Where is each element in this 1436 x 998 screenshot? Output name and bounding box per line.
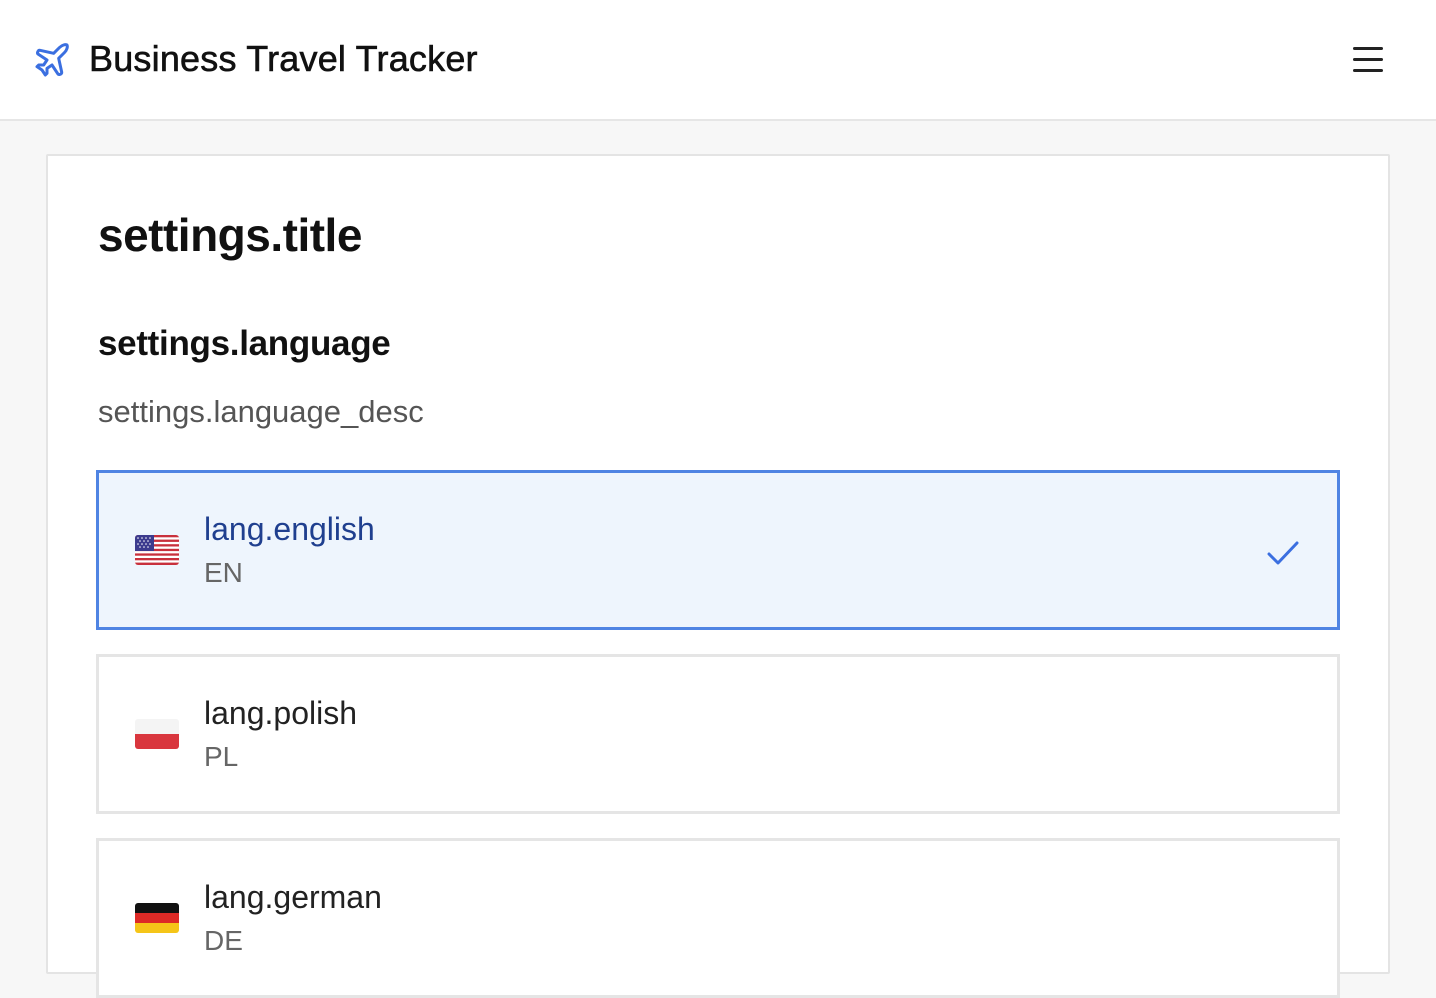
settings-card: settings.title settings.language setting… xyxy=(46,154,1390,998)
flag-de-icon xyxy=(135,903,179,933)
language-option-english[interactable]: lang.english EN xyxy=(96,470,1340,630)
page-title: settings.title xyxy=(98,209,362,261)
language-option-code: PL xyxy=(204,741,239,772)
language-option-code: EN xyxy=(204,557,243,588)
airplane-icon xyxy=(32,40,72,80)
language-section-title: settings.language xyxy=(98,324,391,363)
flag-us-icon xyxy=(135,535,179,565)
language-option-label: lang.german xyxy=(204,879,382,915)
app-title: Business Travel Tracker xyxy=(89,38,478,80)
language-section-description: settings.language_desc xyxy=(98,394,424,429)
flag-pl-icon xyxy=(135,719,179,749)
language-option-label: lang.polish xyxy=(204,695,357,731)
checkmark-icon xyxy=(1263,533,1303,573)
hamburger-menu-button[interactable] xyxy=(1348,42,1388,78)
language-option-polish[interactable]: lang.polish PL xyxy=(96,654,1340,814)
app-header: Business Travel Tracker xyxy=(0,0,1436,121)
language-option-code: DE xyxy=(204,925,243,956)
language-option-german[interactable]: lang.german DE xyxy=(96,838,1340,998)
language-option-label: lang.english xyxy=(204,511,375,547)
